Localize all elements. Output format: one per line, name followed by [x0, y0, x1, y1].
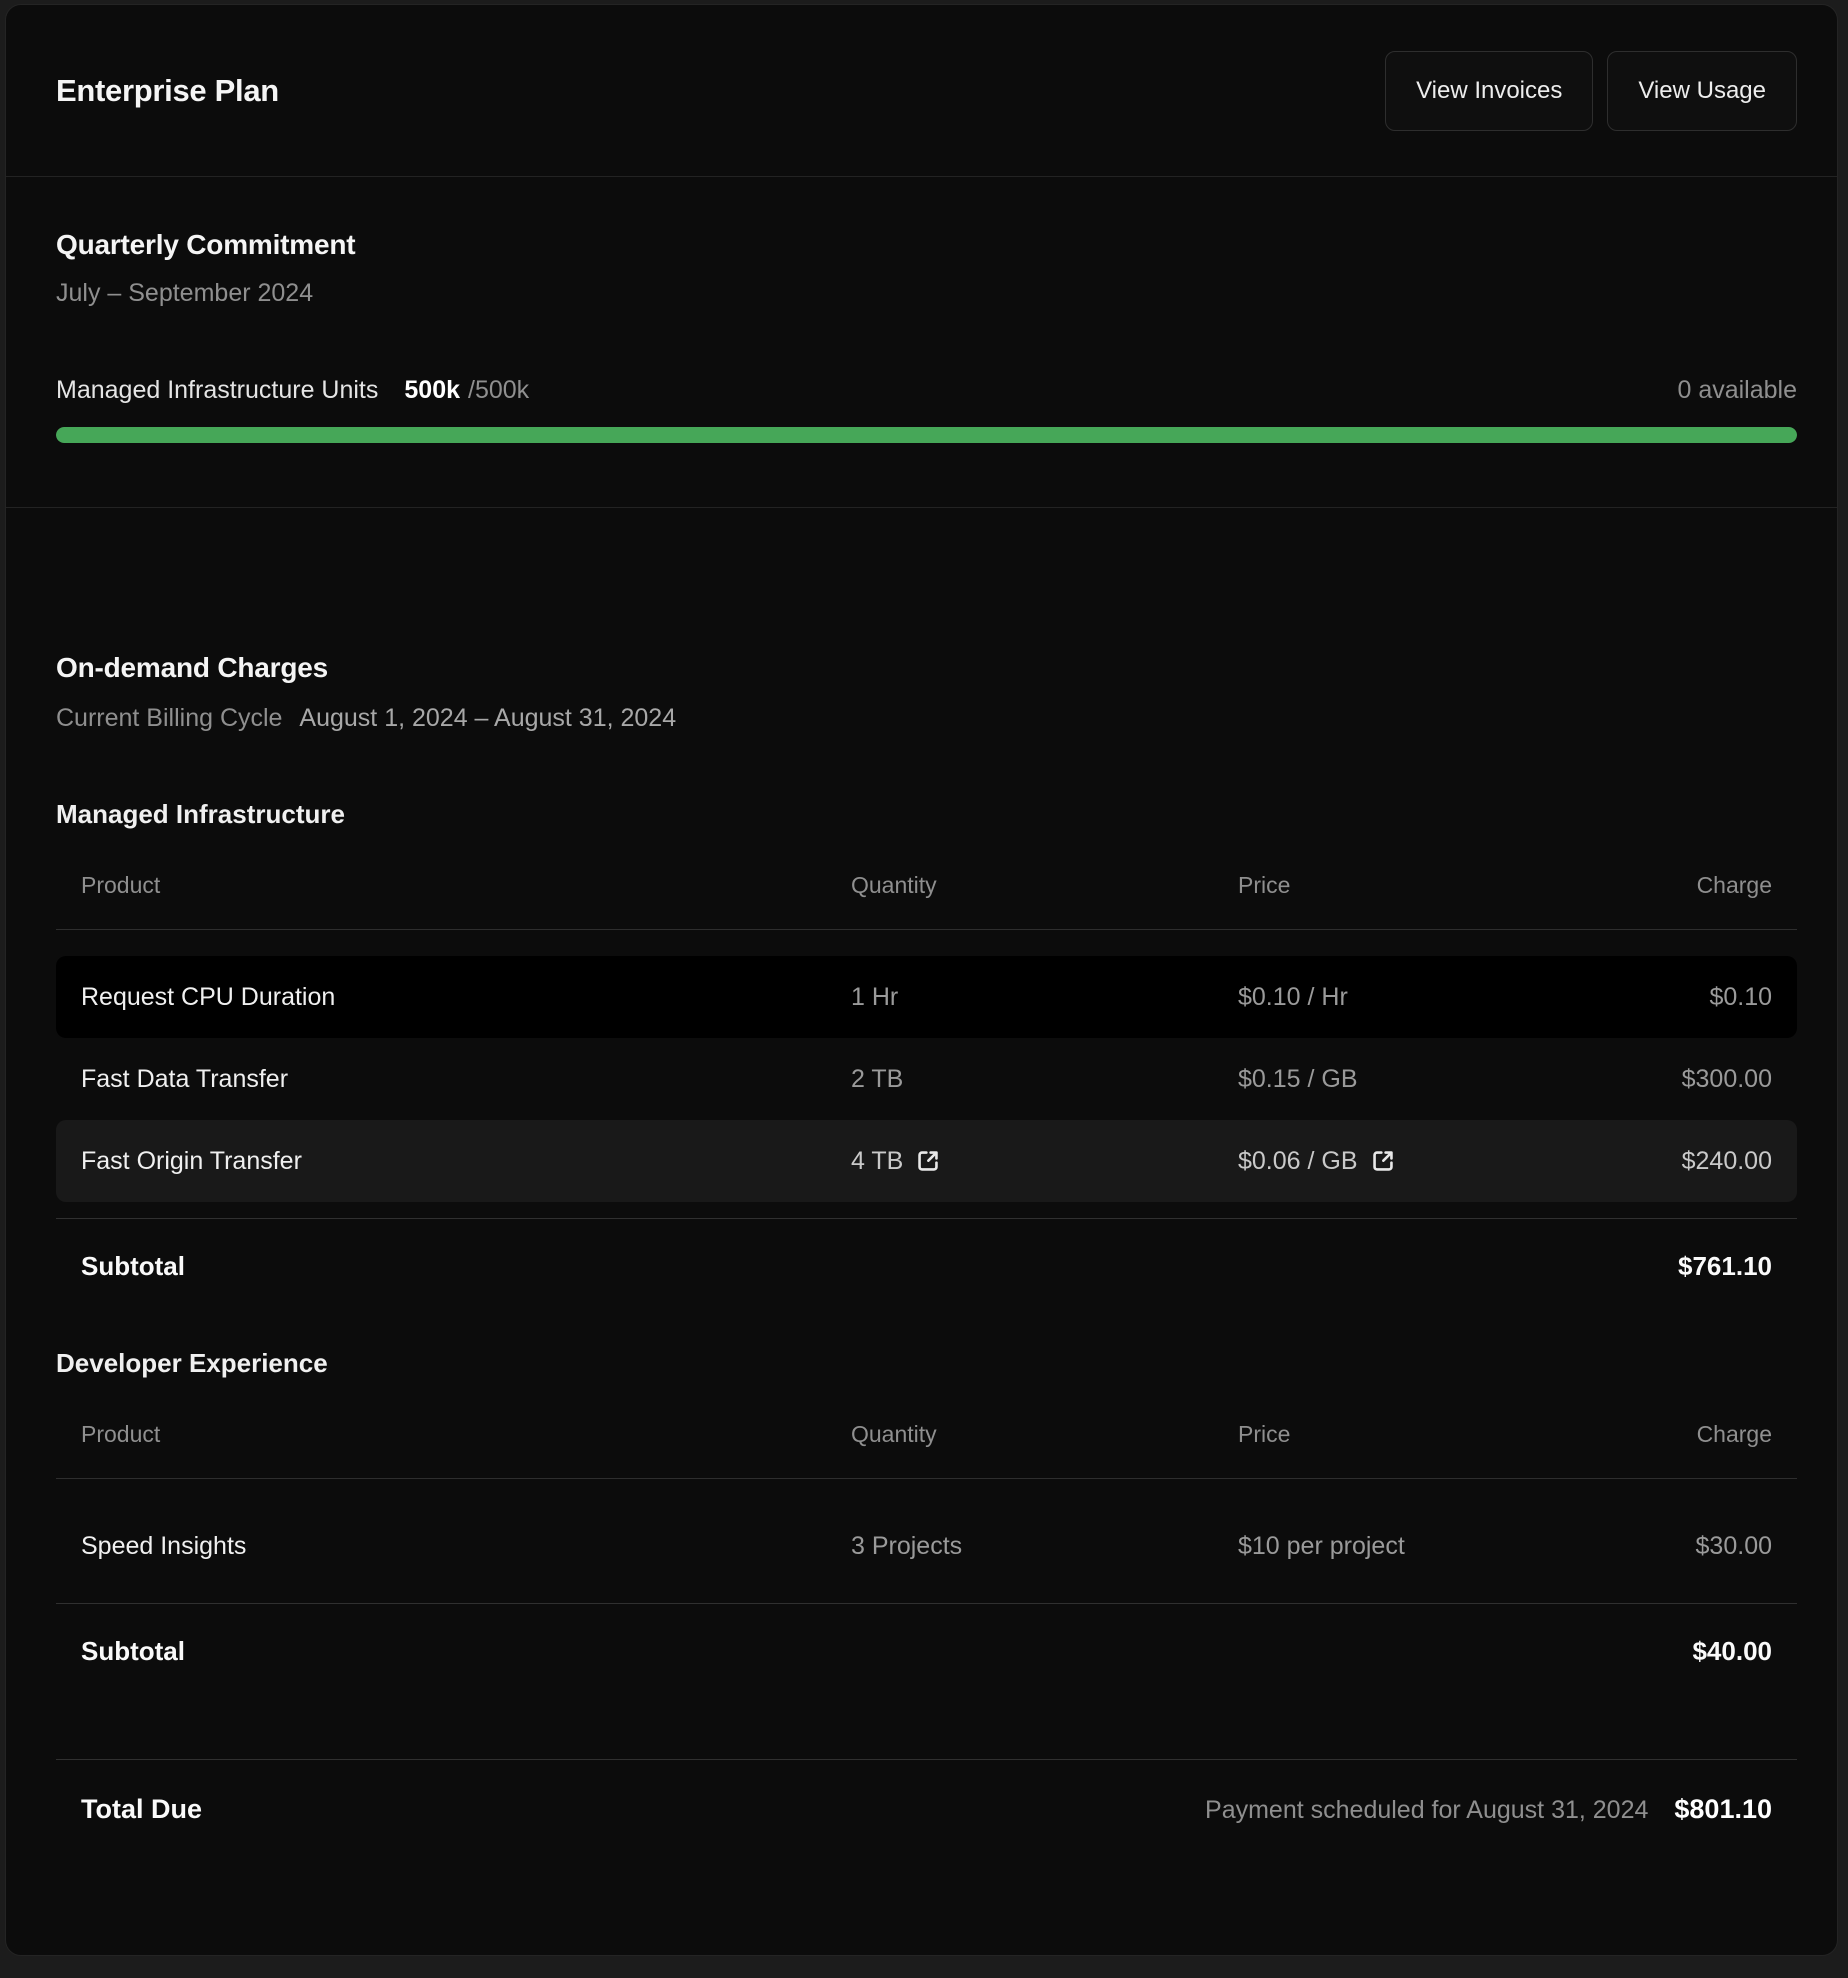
on-demand-charges-title: On-demand Charges: [56, 652, 1797, 684]
subtotal-amount: $40.00: [1692, 1636, 1772, 1667]
metric-available: 0 available: [1677, 376, 1797, 405]
developer-experience-table: Product Quantity Price Charge Speed Insi…: [56, 1421, 1797, 1667]
column-header-product: Product: [81, 872, 851, 899]
total-due-row: Total Due Payment scheduled for August 3…: [56, 1760, 1797, 1825]
column-header-quantity: Quantity: [851, 872, 1238, 899]
billing-card: Enterprise Plan View Invoices View Usage…: [5, 4, 1838, 1956]
header-actions: View Invoices View Usage: [1385, 51, 1797, 131]
quarterly-commitment-section: Quarterly Commitment July – September 20…: [6, 177, 1837, 508]
metric-total-value: /500k: [468, 376, 529, 405]
table-header: Product Quantity Price Charge: [56, 872, 1797, 930]
cell-charge: $0.10: [1579, 983, 1772, 1012]
cell-quantity: 1 Hr: [851, 983, 1238, 1012]
subtotal-label: Subtotal: [81, 1251, 185, 1282]
cell-charge: $300.00: [1579, 1065, 1772, 1094]
total-due-amount: $801.10: [1674, 1794, 1772, 1825]
column-header-quantity: Quantity: [851, 1421, 1238, 1448]
cell-price: $0.15 / GB: [1238, 1065, 1579, 1094]
table-header: Product Quantity Price Charge: [56, 1421, 1797, 1479]
table-row-fast-origin-transfer[interactable]: Fast Origin Transfer 4 TB: [56, 1120, 1797, 1202]
external-link-icon[interactable]: [1370, 1148, 1396, 1174]
column-header-price: Price: [1238, 872, 1579, 899]
cell-product: Request CPU Duration: [81, 983, 851, 1012]
cell-product: Fast Origin Transfer: [81, 1147, 851, 1176]
usage-progress-bar: [56, 427, 1797, 443]
subtotal-label: Subtotal: [81, 1636, 185, 1667]
table-row-request-cpu-duration[interactable]: Request CPU Duration 1 Hr $0.10 / Hr $0.…: [56, 956, 1797, 1038]
cell-price: $10 per project: [1238, 1532, 1579, 1561]
quarterly-commitment-title: Quarterly Commitment: [56, 229, 1797, 261]
cell-charge: $30.00: [1579, 1532, 1772, 1561]
cell-quantity: 3 Projects: [851, 1532, 1238, 1561]
cell-product: Fast Data Transfer: [81, 1065, 851, 1094]
view-usage-button[interactable]: View Usage: [1607, 51, 1797, 131]
table-rows: Request CPU Duration 1 Hr $0.10 / Hr $0.…: [56, 956, 1797, 1202]
table-row-fast-data-transfer[interactable]: Fast Data Transfer 2 TB $0.15 / GB $300.…: [56, 1038, 1797, 1120]
cell-price: $0.10 / Hr: [1238, 983, 1579, 1012]
subtotal-amount: $761.10: [1678, 1251, 1772, 1282]
total-due-label: Total Due: [81, 1794, 202, 1825]
column-header-charge: Charge: [1579, 1421, 1772, 1448]
on-demand-charges-section: On-demand Charges Current Billing Cycle …: [6, 508, 1837, 1825]
cell-price: $0.06 / GB: [1238, 1147, 1358, 1176]
group-title-managed-infrastructure: Managed Infrastructure: [56, 799, 1797, 830]
usage-progress-fill: [56, 427, 1797, 443]
cell-quantity: 2 TB: [851, 1065, 1238, 1094]
page-title: Enterprise Plan: [56, 73, 279, 109]
column-header-charge: Charge: [1579, 872, 1772, 899]
billing-cycle-label: Current Billing Cycle: [56, 704, 282, 732]
view-invoices-button[interactable]: View Invoices: [1385, 51, 1593, 131]
metric-label: Managed Infrastructure Units: [56, 376, 378, 405]
cell-quantity: 4 TB: [851, 1147, 903, 1176]
billing-cycle-range: August 1, 2024 – August 31, 2024: [299, 704, 676, 732]
subtotal-row-managed-infrastructure: Subtotal $761.10: [56, 1219, 1797, 1282]
managed-infrastructure-table: Product Quantity Price Charge Request CP…: [56, 872, 1797, 1282]
table-rows: Speed Insights 3 Projects $10 per projec…: [56, 1505, 1797, 1587]
metric-used-value: 500k: [404, 376, 460, 405]
subtotal-row-developer-experience: Subtotal $40.00: [56, 1604, 1797, 1667]
payment-scheduled-note: Payment scheduled for August 31, 2024: [1205, 1796, 1648, 1825]
header: Enterprise Plan View Invoices View Usage: [6, 5, 1837, 177]
external-link-icon[interactable]: [915, 1148, 941, 1174]
commitment-metric-row: Managed Infrastructure Units 500k /500k …: [56, 376, 1797, 405]
group-title-developer-experience: Developer Experience: [56, 1348, 1797, 1379]
billing-cycle-line: Current Billing Cycle August 1, 2024 – A…: [56, 704, 1797, 733]
commitment-period: July – September 2024: [56, 279, 1797, 308]
column-header-product: Product: [81, 1421, 851, 1448]
column-header-price: Price: [1238, 1421, 1579, 1448]
cell-charge: $240.00: [1579, 1147, 1772, 1176]
table-row-speed-insights[interactable]: Speed Insights 3 Projects $10 per projec…: [56, 1505, 1797, 1587]
cell-product: Speed Insights: [81, 1532, 851, 1561]
